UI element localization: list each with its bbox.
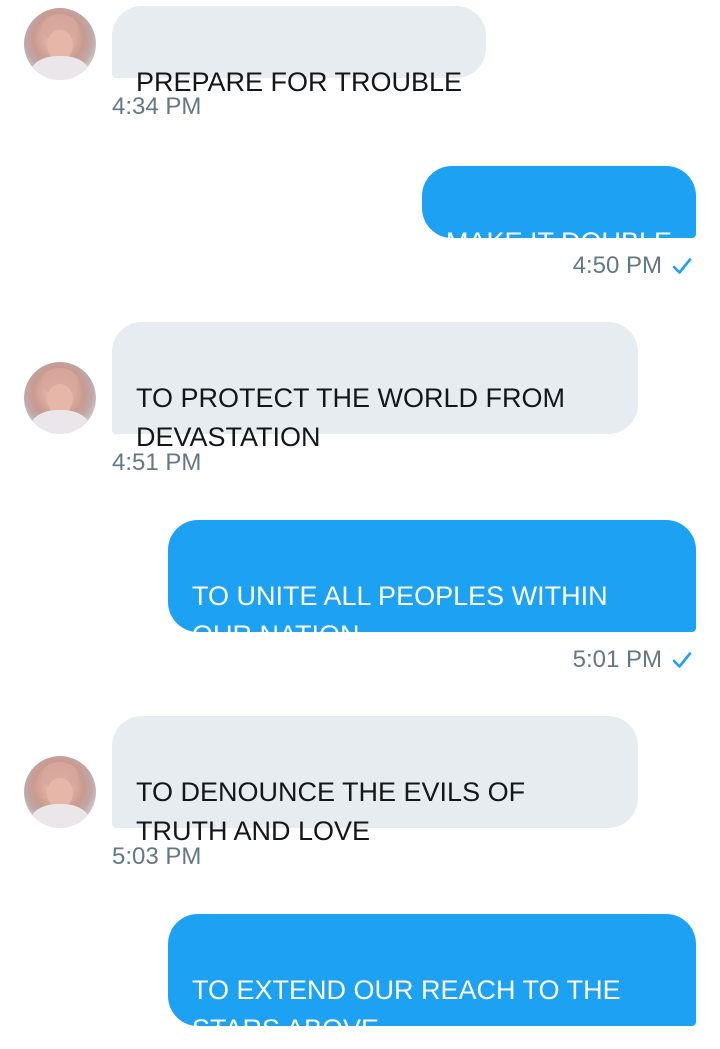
message-thread: PREPARE FOR TROUBLE 4:34 PM MAKE IT DOUB… [0, 0, 720, 1044]
outgoing-message-bubble[interactable]: MAKE IT DOUBLE [421, 166, 696, 257]
message-status: 5:01 PM [573, 646, 692, 674]
incoming-message-bubble[interactable]: PREPARE FOR TROUBLE [112, 6, 487, 97]
message-text: TO DENOUNCE THE EVILS OF TRUTH AND LOVE [136, 777, 526, 846]
message-timestamp: 4:51 PM [112, 449, 202, 476]
message-timestamp: 5:01 PM [572, 646, 662, 673]
outgoing-message-bubble[interactable]: TO EXTEND OUR REACH TO THE STARS ABOVE [168, 914, 696, 1044]
message-text: TO UNITE ALL PEOPLES WITHIN OUR NATION [192, 581, 608, 650]
message-timestamp: 5:03 PM [112, 843, 202, 870]
incoming-message-bubble[interactable]: TO DENOUNCE THE EVILS OF TRUTH AND LOVE [112, 716, 638, 846]
incoming-message-bubble[interactable]: TO PROTECT THE WORLD FROM DEVASTATION [112, 322, 638, 452]
outgoing-message-bubble[interactable]: TO UNITE ALL PEOPLES WITHIN OUR NATION [168, 520, 696, 650]
message-status: 4:50 PM [573, 252, 692, 280]
message-timestamp: 4:34 PM [112, 93, 202, 120]
checkmark-icon [672, 258, 692, 274]
checkmark-icon [672, 652, 692, 668]
message-text: TO EXTEND OUR REACH TO THE STARS ABOVE [192, 975, 621, 1044]
avatar[interactable] [24, 756, 96, 828]
message-timestamp: 4:50 PM [572, 252, 662, 279]
avatar[interactable] [24, 8, 96, 80]
message-text: TO PROTECT THE WORLD FROM DEVASTATION [136, 383, 566, 452]
avatar[interactable] [24, 362, 96, 434]
